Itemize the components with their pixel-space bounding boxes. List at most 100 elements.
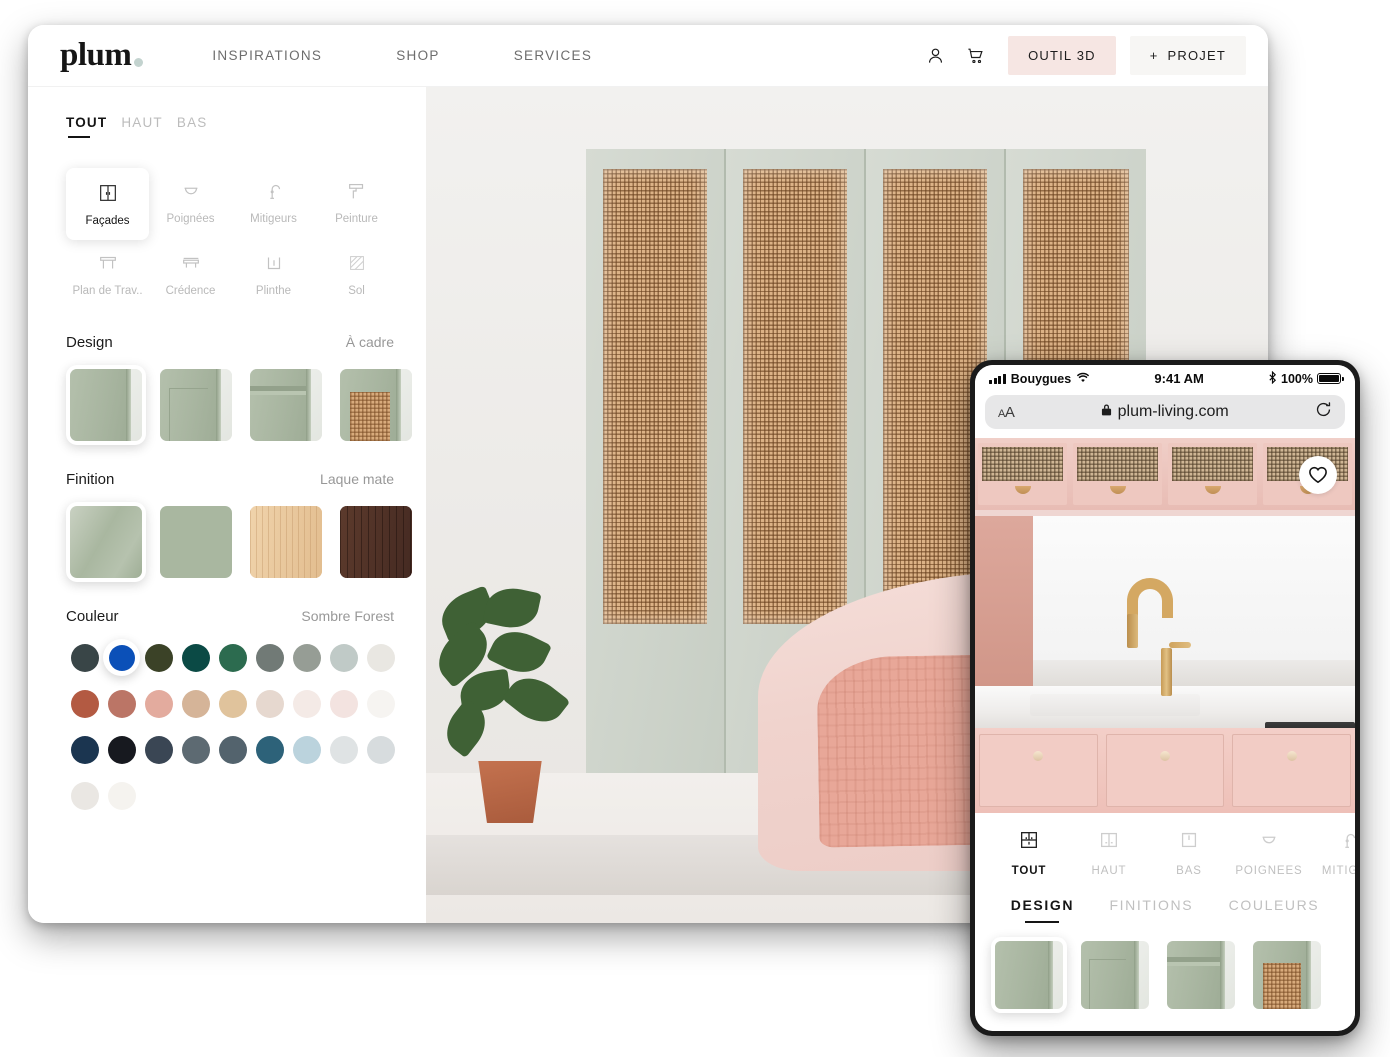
color-swatch[interactable] [140, 685, 177, 722]
logo-text: plum [60, 36, 132, 73]
category-plinthe[interactable]: Plinthe [232, 240, 315, 308]
color-swatch[interactable] [103, 685, 140, 722]
color-dot [292, 735, 321, 764]
design-title: Design [66, 334, 113, 351]
handle-icon [180, 179, 202, 203]
color-swatch[interactable] [140, 731, 177, 768]
finition-selected-value: Laque mate [320, 471, 394, 487]
color-swatch[interactable] [288, 731, 325, 768]
backsplash-icon [180, 251, 202, 275]
color-swatch[interactable] [103, 639, 140, 676]
color-swatch[interactable] [251, 731, 288, 768]
design-swatch-slab[interactable] [66, 365, 146, 445]
paint-roller-icon [346, 179, 368, 203]
nav-item-services[interactable]: SERVICES [477, 48, 629, 63]
text-size-icon[interactable]: AA [998, 404, 1015, 421]
color-swatch[interactable] [140, 639, 177, 676]
couleur-section-header: Couleur Sombre Forest [66, 608, 394, 625]
color-swatch[interactable] [66, 685, 103, 722]
phone-category-haut[interactable]: HAUT [1069, 829, 1149, 877]
category-poignees[interactable]: Poignées [149, 168, 232, 236]
color-dot [329, 735, 358, 764]
phone-category-tout[interactable]: TOUT [989, 829, 1069, 877]
clock-label: 9:41 AM [1154, 371, 1204, 386]
color-swatch[interactable] [251, 685, 288, 722]
reload-icon[interactable] [1315, 401, 1332, 423]
phone-tab-finitions[interactable]: FINITIONS [1110, 897, 1194, 923]
phone-design-swatch-cane[interactable] [1249, 937, 1325, 1013]
finition-swatch-laque-brillante[interactable] [66, 502, 146, 582]
plus-icon: + [1149, 48, 1159, 63]
phone-design-swatch-shaker[interactable] [1163, 937, 1239, 1013]
phone-tab-design[interactable]: DESIGN [1011, 897, 1074, 923]
heart-icon[interactable] [1299, 456, 1337, 494]
color-swatch[interactable] [214, 731, 251, 768]
nav-item-shop[interactable]: SHOP [359, 48, 476, 63]
color-swatch[interactable] [325, 639, 362, 676]
phone-tab-couleurs[interactable]: COULEURS [1229, 897, 1320, 923]
battery-percent-label: 100% [1281, 371, 1313, 386]
category-plan-de-travail[interactable]: Plan de Trav.. [66, 240, 149, 308]
phone-category-label: MITIGEU [1321, 865, 1355, 877]
lower-cabinet-icon [1178, 829, 1200, 856]
color-swatch[interactable] [214, 639, 251, 676]
url-display[interactable]: plum-living.com [1014, 403, 1315, 421]
color-swatch[interactable] [325, 731, 362, 768]
color-swatch[interactable] [251, 639, 288, 676]
color-dot [292, 689, 321, 718]
category-mitigeurs[interactable]: Mitigeurs [232, 168, 315, 236]
color-dot [108, 644, 135, 671]
nav-item-inspirations[interactable]: INSPIRATIONS [175, 48, 359, 63]
color-swatch[interactable] [177, 639, 214, 676]
finition-swatch-laque-mate[interactable] [156, 502, 236, 582]
color-dot [144, 735, 173, 764]
design-swatch-framed[interactable] [156, 365, 236, 445]
color-swatch[interactable] [66, 777, 103, 814]
category-sol[interactable]: Sol [315, 240, 398, 308]
color-swatch[interactable] [362, 685, 399, 722]
phone-design-swatch-framed[interactable] [1077, 937, 1153, 1013]
color-dot [218, 643, 247, 672]
handle-icon [1258, 829, 1280, 856]
color-grid-spacer [362, 777, 399, 814]
phone-tab-row: DESIGN FINITIONS COULEURS [975, 877, 1355, 923]
color-swatch[interactable] [103, 731, 140, 768]
color-swatch[interactable] [66, 731, 103, 768]
finition-swatch-noyer-fonce[interactable] [336, 502, 416, 582]
color-swatch[interactable] [288, 685, 325, 722]
phone-category-poignees[interactable]: POIGNEES [1229, 829, 1309, 877]
color-swatch[interactable] [66, 639, 103, 676]
finition-swatch-chene-clair[interactable] [246, 502, 326, 582]
color-swatch[interactable] [325, 685, 362, 722]
color-dot [107, 735, 136, 764]
category-credence[interactable]: Crédence [149, 240, 232, 308]
color-swatch[interactable] [362, 639, 399, 676]
phone-category-label: TOUT [1011, 865, 1047, 877]
user-icon[interactable] [922, 43, 948, 69]
outil-3d-button[interactable]: OUTIL 3D [1008, 36, 1116, 75]
category-label: Poignées [166, 213, 215, 225]
plum-logo[interactable]: plum [60, 36, 144, 73]
phone-design-swatch-slab[interactable] [991, 937, 1067, 1013]
segment-tab-tout[interactable]: TOUT [66, 115, 107, 138]
add-projet-button[interactable]: + PROJET [1129, 36, 1246, 75]
color-swatch[interactable] [288, 639, 325, 676]
cart-icon[interactable] [962, 43, 988, 69]
category-facades[interactable]: Façades [66, 168, 149, 240]
color-swatch[interactable] [103, 777, 140, 814]
design-swatch-shaker[interactable] [246, 365, 326, 445]
phone-category-mitigeurs[interactable]: MITIGEU [1309, 829, 1355, 877]
wifi-icon [1076, 372, 1090, 386]
url-field[interactable]: AA plum-living.com [985, 395, 1345, 429]
kitchen-photo[interactable] [975, 438, 1355, 813]
color-swatch[interactable] [177, 731, 214, 768]
segment-tab-haut[interactable]: HAUT [121, 115, 163, 138]
color-swatch[interactable] [214, 685, 251, 722]
phone-category-bas[interactable]: BAS [1149, 829, 1229, 877]
color-dot [218, 735, 247, 764]
color-swatch[interactable] [362, 731, 399, 768]
segment-tab-bas[interactable]: BAS [177, 115, 208, 138]
color-swatch[interactable] [177, 685, 214, 722]
design-swatch-cane[interactable] [336, 365, 416, 445]
category-peinture[interactable]: Peinture [315, 168, 398, 236]
